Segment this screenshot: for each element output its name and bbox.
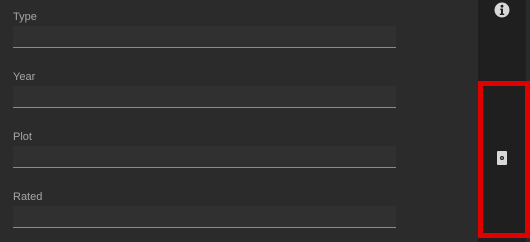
info-circle-icon	[494, 2, 510, 18]
detail-button[interactable]	[495, 150, 509, 166]
info-button[interactable]	[494, 2, 510, 18]
type-label: Type	[13, 11, 37, 23]
plot-label: Plot	[13, 131, 32, 143]
rated-label: Rated	[13, 191, 43, 203]
rated-input[interactable]	[13, 206, 396, 228]
form-panel: Type Year Plot Rated	[0, 0, 478, 242]
document-icon	[497, 151, 507, 165]
year-input[interactable]	[13, 86, 396, 108]
type-input[interactable]	[13, 26, 396, 48]
year-label: Year	[13, 71, 36, 83]
plot-input[interactable]	[13, 146, 396, 168]
